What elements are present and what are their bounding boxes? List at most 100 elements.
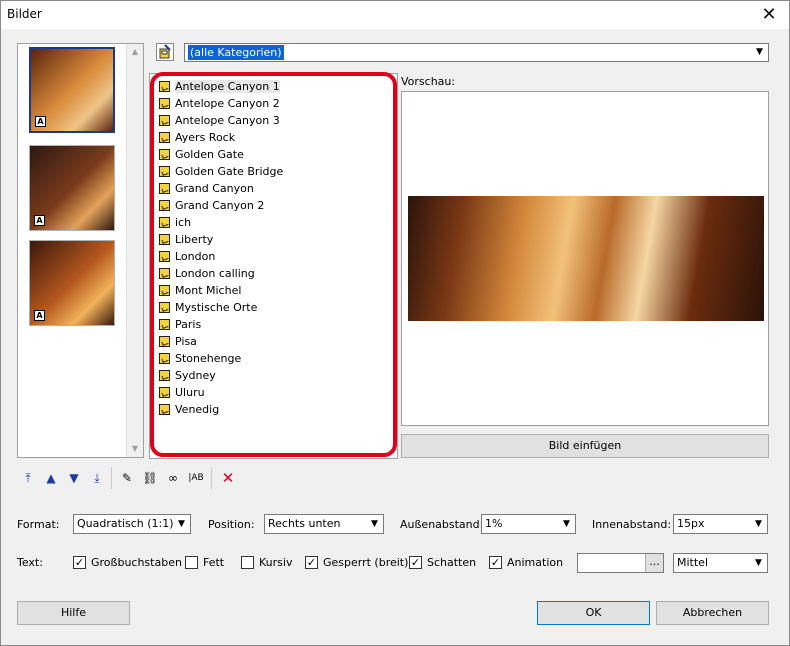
picture-icon (159, 268, 170, 279)
checkbox-option[interactable]: ✓ Gesperrt (breit) (305, 556, 408, 569)
checkbox[interactable] (241, 556, 254, 569)
list-item-label: Golden Gate Bridge (175, 165, 284, 178)
checkbox[interactable]: ✓ (489, 556, 502, 569)
color-input[interactable]: ... (577, 553, 664, 573)
list-item-label: London calling (175, 267, 255, 280)
list-item[interactable]: Liberty (159, 231, 213, 248)
preview-panel (401, 91, 769, 426)
outer-spacing-select[interactable]: 1% ▼ (481, 514, 576, 534)
format-label: Format: (17, 518, 60, 531)
move-down-icon[interactable]: ▼ (65, 469, 83, 487)
edit-icon[interactable]: ✎ (118, 469, 136, 487)
position-label: Position: (208, 518, 255, 531)
picture-icon (159, 387, 170, 398)
thumbnail-item[interactable]: A (29, 145, 115, 231)
move-up-icon[interactable]: ▲ (42, 469, 60, 487)
list-item-label: Paris (175, 318, 202, 331)
speed-value: Mittel (677, 556, 708, 569)
checkbox[interactable]: ✓ (73, 556, 86, 569)
image-list[interactable]: Antelope Canyon 1 Antelope Canyon 2 Antelo… (149, 73, 398, 459)
checkbox[interactable]: ✓ (409, 556, 422, 569)
list-item-label: Liberty (175, 233, 214, 246)
ok-button[interactable]: OK (537, 601, 650, 625)
checkbox-option[interactable]: Fett (185, 556, 224, 569)
list-item[interactable]: Golden Gate (159, 146, 244, 163)
chevron-down-icon[interactable]: ▼ (173, 515, 190, 533)
picture-icon (159, 404, 170, 415)
inner-spacing-select[interactable]: 15px ▼ (673, 514, 768, 534)
picture-icon (159, 217, 170, 228)
category-dropdown[interactable]: (alle Kategorien) ▼ (184, 43, 769, 62)
list-item[interactable]: Grand Canyon (159, 180, 254, 197)
unlink-icon[interactable]: ∞ (164, 469, 182, 487)
text-ab-icon[interactable]: |AB (187, 469, 205, 487)
outer-spacing-value: 1% (485, 517, 503, 530)
close-icon[interactable]: ✕ (758, 4, 780, 26)
picture-icon (159, 319, 170, 330)
format-select[interactable]: Quadratisch (1:1) ▼ (73, 514, 191, 534)
chevron-down-icon[interactable]: ▼ (751, 44, 768, 61)
inner-spacing-value: 15px (677, 517, 705, 530)
thumbnail-badge: A (34, 215, 45, 226)
category-edit-icon[interactable] (156, 43, 174, 61)
list-item[interactable]: Sydney (159, 367, 216, 384)
picture-icon (159, 132, 170, 143)
checkbox-label: Großbuchstaben (91, 556, 182, 569)
scroll-down-icon[interactable]: ▼ (127, 441, 143, 457)
list-item-label: Antelope Canyon 1 (175, 80, 280, 93)
cancel-button[interactable]: Abbrechen (656, 601, 769, 625)
checkbox-option[interactable]: ✓ Animation (489, 556, 563, 569)
checkbox-label: Animation (507, 556, 564, 569)
text-label: Text: (17, 556, 43, 569)
speed-select[interactable]: Mittel ▼ (673, 553, 768, 573)
list-item[interactable]: Stonehenge (159, 350, 241, 367)
checkbox-option[interactable]: Kursiv (241, 556, 292, 569)
position-value: Rechts unten (268, 517, 341, 530)
list-item[interactable]: Uluru (159, 384, 205, 401)
title-bar: Bilder ✕ (1, 1, 789, 29)
chevron-down-icon[interactable]: ▼ (366, 515, 383, 533)
checkbox[interactable]: ✓ (305, 556, 318, 569)
list-item[interactable]: Grand Canyon 2 (159, 197, 264, 214)
picture-icon (159, 183, 170, 194)
list-item[interactable]: Antelope Canyon 2 (159, 95, 280, 112)
thumbnail-badge: A (35, 116, 46, 127)
move-top-icon[interactable]: ⤒ (19, 469, 37, 487)
thumbnail-item[interactable]: A (29, 240, 115, 326)
link-icon[interactable]: ⛓ (141, 469, 159, 487)
list-item[interactable]: ich (159, 214, 191, 231)
thumbnail-item[interactable]: A (29, 47, 115, 133)
delete-icon[interactable]: ✕ (219, 469, 237, 487)
picture-icon (159, 115, 170, 126)
picture-icon (159, 98, 170, 109)
position-select[interactable]: Rechts unten ▼ (264, 514, 384, 534)
insert-image-button[interactable]: Bild einfügen (401, 434, 769, 458)
list-item[interactable]: Antelope Canyon 3 (159, 112, 280, 129)
list-item[interactable]: Mont Michel (159, 282, 241, 299)
list-item[interactable]: Golden Gate Bridge (159, 163, 283, 180)
list-item[interactable]: Antelope Canyon 1 (159, 78, 280, 95)
list-item[interactable]: Ayers Rock (159, 129, 235, 146)
thumbnail-scrollbar[interactable]: ▲ ▼ (126, 44, 143, 457)
chevron-down-icon[interactable]: ▼ (750, 515, 767, 533)
ellipsis-button[interactable]: ... (645, 554, 663, 572)
preview-image (408, 196, 764, 321)
list-item[interactable]: Venedig (159, 401, 219, 418)
checkbox-option[interactable]: ✓ Großbuchstaben (73, 556, 182, 569)
list-item[interactable]: London (159, 248, 215, 265)
chevron-down-icon[interactable]: ▼ (750, 554, 767, 572)
help-button[interactable]: Hilfe (17, 601, 130, 625)
checkbox-option[interactable]: ✓ Schatten (409, 556, 476, 569)
window-title: Bilder (7, 7, 42, 21)
list-item[interactable]: Pisa (159, 333, 197, 350)
list-item-label: Grand Canyon (175, 182, 254, 195)
scroll-up-icon[interactable]: ▲ (127, 44, 143, 60)
toolbar-divider (111, 467, 112, 489)
chevron-down-icon[interactable]: ▼ (558, 515, 575, 533)
checkbox[interactable] (185, 556, 198, 569)
list-item[interactable]: London calling (159, 265, 255, 282)
move-bottom-icon[interactable]: ⤓ (88, 469, 106, 487)
list-item[interactable]: Paris (159, 316, 201, 333)
list-item[interactable]: Mystische Orte (159, 299, 257, 316)
picture-icon (159, 166, 170, 177)
